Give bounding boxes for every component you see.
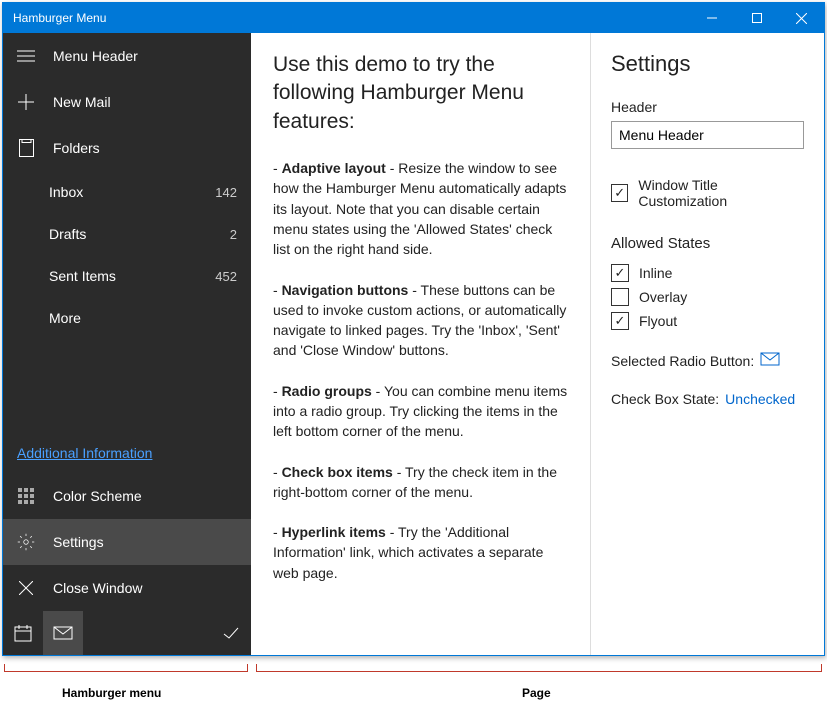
mail-icon (53, 626, 73, 640)
checkbox-icon: ✓ (611, 184, 628, 202)
header-input[interactable] (611, 121, 804, 149)
grid-icon (17, 488, 35, 504)
settings-item[interactable]: Settings (3, 519, 251, 565)
selected-radio-row: Selected Radio Button: (611, 352, 804, 369)
window-title-custom-row[interactable]: ✓ Window Title Customization (611, 177, 804, 209)
close-button[interactable] (779, 3, 824, 33)
hamburger-icon (17, 49, 35, 63)
titlebar: Hamburger Menu (3, 3, 824, 33)
state-flyout[interactable]: ✓ Flyout (611, 312, 804, 330)
folders-label: Folders (53, 140, 237, 156)
folder-count: 142 (215, 185, 237, 200)
new-mail-item[interactable]: New Mail (3, 79, 251, 125)
folder-icon (17, 139, 35, 157)
state-inline[interactable]: ✓ Inline (611, 264, 804, 282)
calendar-icon (14, 624, 32, 642)
checkbox-label: Window Title Customization (638, 177, 804, 209)
settings-title: Settings (611, 51, 804, 77)
folder-label: Sent Items (49, 268, 197, 284)
folder-inbox[interactable]: Inbox 142 (3, 171, 251, 213)
checkbox-label: Flyout (639, 313, 677, 329)
close-icon (17, 581, 35, 595)
feature-radio: - Radio groups - You can combine menu it… (273, 381, 568, 442)
check-item[interactable] (211, 611, 251, 655)
mail-icon (760, 352, 780, 369)
feature-nav: - Navigation buttons - These buttons can… (273, 280, 568, 361)
feature-check: - Check box items - Try the check item i… (273, 462, 568, 503)
folder-drafts[interactable]: Drafts 2 (3, 213, 251, 255)
window-title: Hamburger Menu (3, 11, 689, 25)
folder-count: 2 (230, 227, 237, 242)
checkbox-icon: ✓ (611, 264, 629, 282)
hamburger-menu: Menu Header New Mail Folders Inbox 142 D… (3, 33, 251, 655)
close-window-item[interactable]: Close Window (3, 565, 251, 611)
radio-mail[interactable] (43, 611, 83, 655)
maximize-button[interactable] (734, 3, 779, 33)
diagram-label-right: Page (522, 686, 551, 700)
selected-radio-label: Selected Radio Button: (611, 353, 754, 369)
checkbox-label: Overlay (639, 289, 687, 305)
header-label: Header (611, 99, 804, 115)
allowed-states-label: Allowed States (611, 235, 804, 252)
menu-header-item[interactable]: Menu Header (3, 33, 251, 79)
diagram-label-left: Hamburger menu (62, 686, 161, 700)
checkbox-icon: ✓ (611, 312, 629, 330)
folder-count: 452 (215, 269, 237, 284)
feature-hyperlink: - Hyperlink items - Try the 'Additional … (273, 522, 568, 583)
folder-more[interactable]: More (3, 297, 251, 339)
item-label: Close Window (53, 580, 237, 596)
menu-header-label: Menu Header (53, 48, 237, 64)
checkbox-icon (611, 288, 629, 306)
minimize-button[interactable] (689, 3, 734, 33)
checkbox-label: Inline (639, 265, 672, 281)
folder-label: Drafts (49, 226, 212, 242)
gear-icon (17, 533, 35, 551)
check-icon (222, 626, 240, 640)
folders-item[interactable]: Folders (3, 125, 251, 171)
radio-calendar[interactable] (3, 611, 43, 655)
item-label: Settings (53, 534, 237, 550)
radio-bar (3, 611, 251, 655)
color-scheme-item[interactable]: Color Scheme (3, 473, 251, 519)
folder-label: More (49, 310, 237, 326)
checkbox-state-value: Unchecked (725, 391, 795, 407)
diagram-labels: Hamburger menu Page (2, 658, 825, 714)
folder-sent-items[interactable]: Sent Items 452 (3, 255, 251, 297)
plus-icon (17, 94, 35, 110)
state-overlay[interactable]: Overlay (611, 288, 804, 306)
checkbox-state-row: Check Box State: Unchecked (611, 391, 804, 407)
checkbox-state-label: Check Box State: (611, 391, 719, 407)
new-mail-label: New Mail (53, 94, 237, 110)
page-content: Use this demo to try the following Hambu… (251, 33, 590, 655)
item-label: Color Scheme (53, 488, 237, 504)
settings-panel: Settings Header ✓ Window Title Customiza… (590, 33, 824, 655)
feature-adaptive: - Adaptive layout - Resize the window to… (273, 158, 568, 259)
additional-info-link[interactable]: Additional Information (3, 433, 251, 473)
page-heading: Use this demo to try the following Hambu… (273, 51, 568, 136)
app-window: Hamburger Menu Menu Header New Mail (2, 2, 825, 656)
folder-label: Inbox (49, 184, 197, 200)
